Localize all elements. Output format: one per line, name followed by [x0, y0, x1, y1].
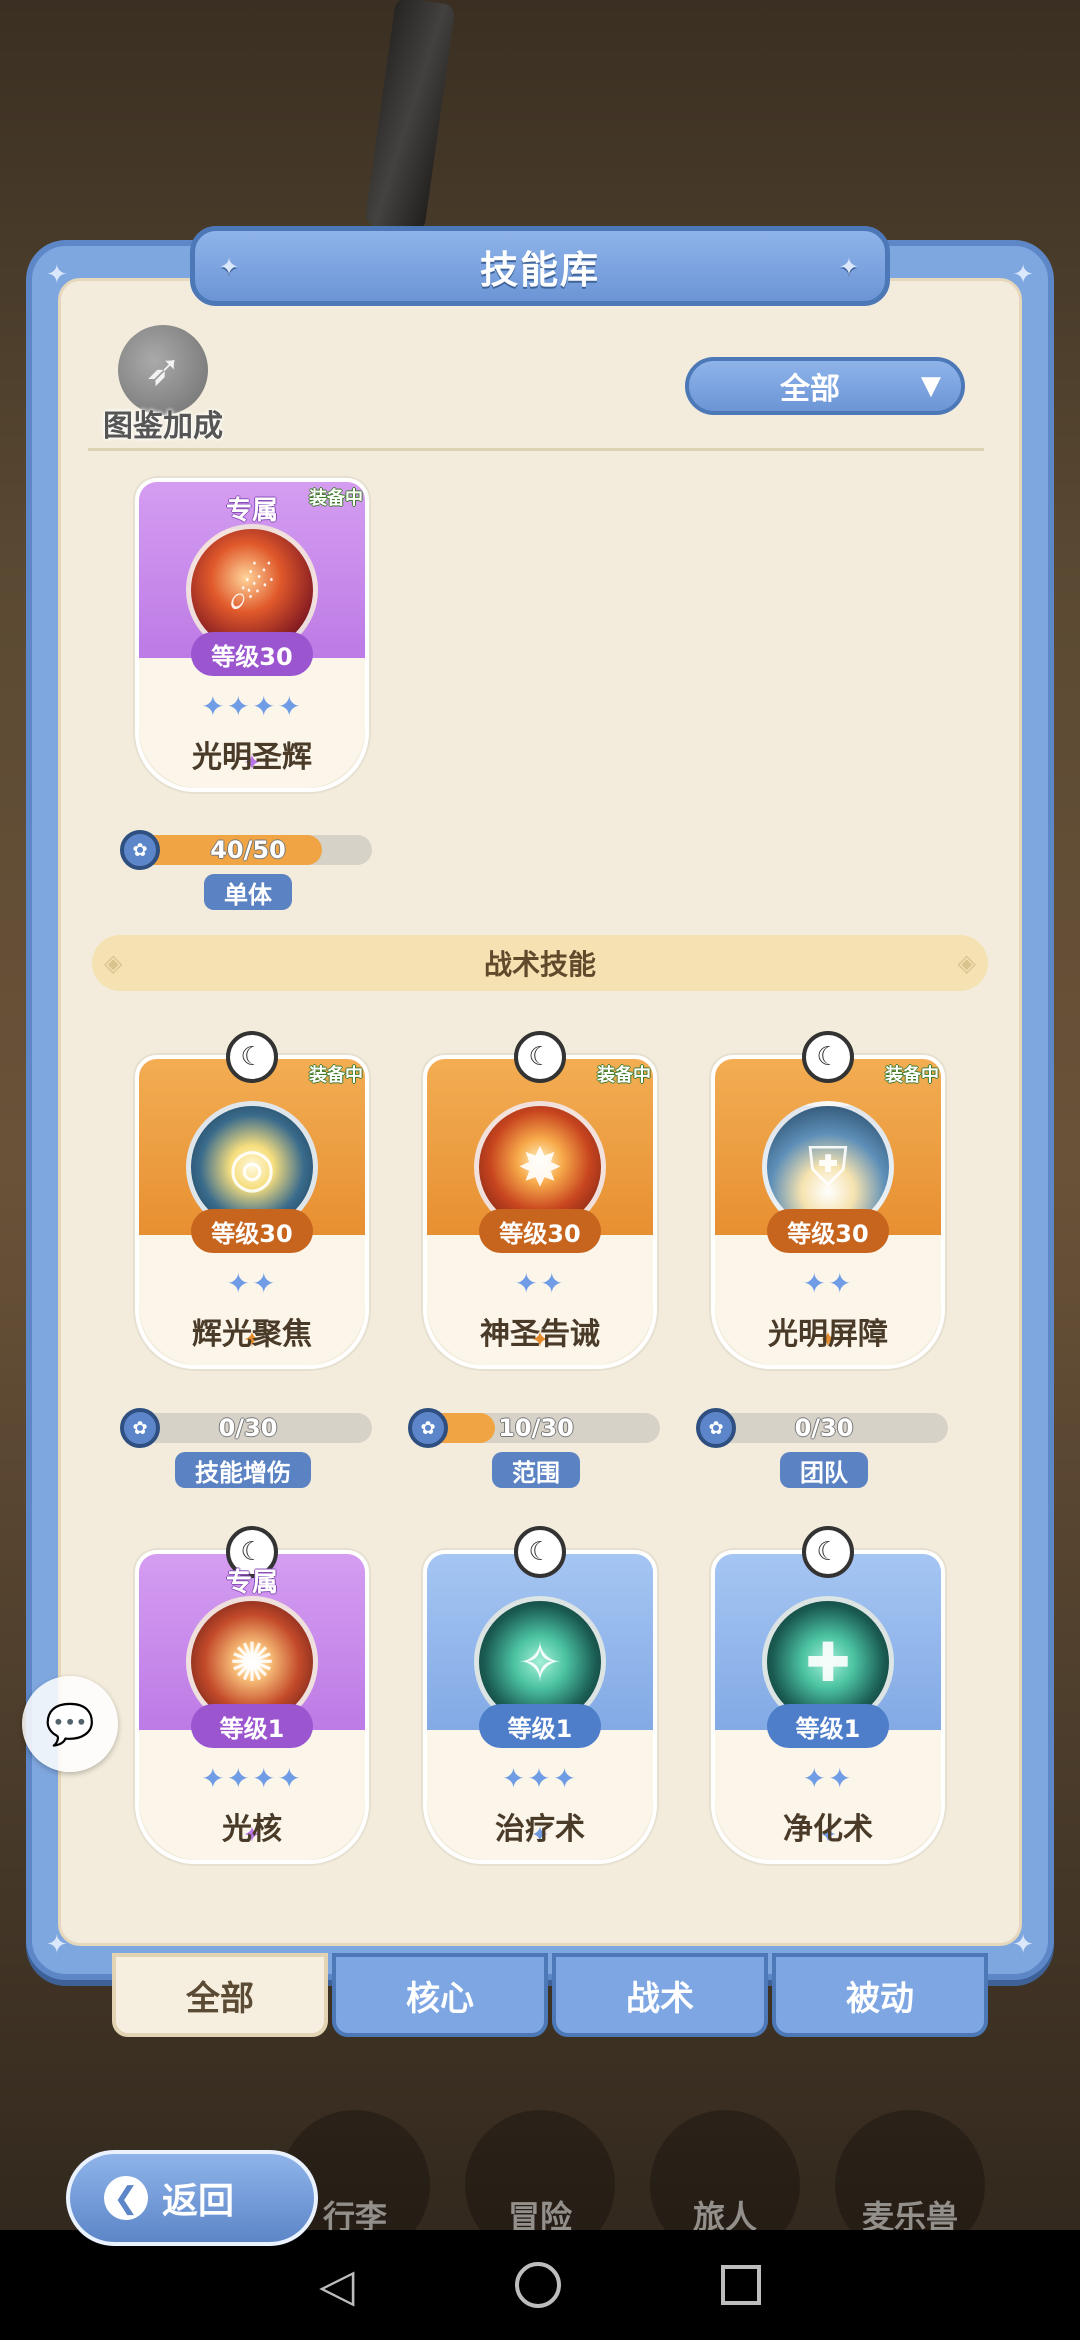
skill-tag: 范围 [492, 1452, 580, 1488]
moon-icon: ☾ [226, 1031, 278, 1083]
gear-icon: ✿ [120, 1408, 160, 1448]
star-rating: ✦✦✦✦ [201, 690, 303, 723]
dex-bonus-button[interactable]: ➶ 图鉴加成 [88, 325, 238, 445]
tab-core[interactable]: 核心 [332, 1953, 548, 2037]
equipped-label: 装备中 [885, 1065, 939, 1086]
skill-tag: 团队 [780, 1452, 868, 1488]
system-nav-bar: ◁ [0, 2230, 1080, 2340]
tab-tactical[interactable]: 战术 [552, 1953, 768, 2037]
gear-icon: ✿ [696, 1408, 736, 1448]
divider [88, 448, 984, 451]
exclusive-label: 专属 [225, 1568, 278, 1598]
progress-text: 0/30 [218, 1414, 278, 1442]
sparkle-icon: ✦ [838, 253, 861, 281]
equipped-label: 装备中 [597, 1065, 651, 1086]
skill-progress-bar: 0/30 [124, 1413, 372, 1443]
chat-icon[interactable]: 💬 [22, 1676, 118, 1772]
diamond-icon: ◈ [957, 949, 976, 977]
star-rating: ✦✦ [802, 1267, 854, 1300]
background-staff [364, 0, 456, 234]
level-pill: 等级30 [767, 1209, 889, 1253]
progress-text: 40/50 [210, 836, 286, 864]
corner-star-icon: ✦ [46, 260, 68, 290]
filter-dropdown[interactable]: 全部 ▼ [685, 357, 965, 415]
page-title: 技能库 [479, 247, 600, 292]
skill-name: 净化术 [783, 1812, 873, 1847]
moon-icon: ☾ [514, 1526, 566, 1578]
dropdown-arrow-icon: ▼ [921, 371, 941, 401]
star-rating: ✦✦✦✦ [201, 1762, 303, 1795]
skill-card[interactable]: ☾ ✦ 专属 ✺ 等级1 ✦✦✦✦ 光核 [135, 1526, 369, 1864]
diamond-icon: ◈ [104, 949, 123, 977]
dex-bonus-label: 图鉴加成 [103, 409, 223, 444]
section-title: 战术技能 [483, 948, 596, 981]
skill-progress-bar: 10/30 [412, 1413, 660, 1443]
star-rating: ✦✦✦ [501, 1762, 579, 1795]
moon-icon: ☾ [802, 1031, 854, 1083]
skill-progress-bar: 40/50 [124, 835, 372, 865]
skill-progress-bar: 0/30 [700, 1413, 948, 1443]
corner-star-icon: ✦ [1012, 1930, 1034, 1960]
skill-tag: 单体 [204, 874, 292, 910]
system-back-icon[interactable]: ◁ [319, 2258, 354, 2312]
skill-card-core[interactable]: ✦ 专属 装备中 ☄ 等级30 ✦✦✦✦ 光明圣辉 [135, 478, 369, 792]
back-button[interactable]: ❮ 返回 [66, 2150, 318, 2246]
level-pill: 等级1 [191, 1704, 313, 1748]
tab-all[interactable]: 全部 [112, 1953, 328, 2037]
card-body: ✦ 专属 装备中 ☄ 等级30 ✦✦✦✦ 光明圣辉 [135, 478, 369, 792]
corner-star-icon: ✦ [46, 1930, 68, 1960]
level-pill: 等级30 [191, 632, 313, 676]
gear-icon: ✿ [408, 1408, 448, 1448]
skill-name: 光明屏障 [768, 1317, 888, 1352]
level-pill: 等级30 [191, 1209, 313, 1253]
level-pill: 等级1 [767, 1704, 889, 1748]
progress-text: 0/30 [794, 1414, 854, 1442]
moon-icon: ☾ [802, 1526, 854, 1578]
skill-name: 治疗术 [495, 1812, 585, 1847]
skill-name: 光核 [222, 1812, 282, 1847]
gear-icon: ✿ [120, 830, 160, 870]
moon-icon: ☾ [514, 1031, 566, 1083]
category-tabs: 全部 核心 战术 被动 [112, 1953, 988, 2039]
corner-star-icon: ✦ [1012, 260, 1034, 290]
section-header-tactical: ◈ 战术技能 ◈ [92, 935, 988, 991]
star-rating: ✦✦ [514, 1267, 566, 1300]
skill-card-tactical[interactable]: ☾ ✦ 装备中 ◎ 等级30 ✦✦ 辉光聚焦 [135, 1031, 369, 1369]
tab-passive[interactable]: 被动 [772, 1953, 988, 2037]
level-pill: 等级1 [479, 1704, 601, 1748]
system-home-icon[interactable] [514, 2262, 561, 2308]
back-label: 返回 [162, 2181, 235, 2222]
skill-card[interactable]: ☾ ✦ ✧ 等级1 ✦✦✦ 治疗术 [423, 1526, 657, 1864]
skill-card[interactable]: ☾ ✦ ✚ 等级1 ✦✦ 净化术 [711, 1526, 945, 1864]
title-plate: ✦ 技能库 ✦ [190, 226, 890, 306]
star-rating: ✦✦ [226, 1267, 278, 1300]
filter-selected: 全部 [780, 372, 840, 407]
skill-name: 神圣告诫 [480, 1317, 600, 1352]
skill-name: 光明圣辉 [192, 740, 312, 775]
skill-tag: 技能增伤 [175, 1452, 311, 1488]
star-rating: ✦✦ [802, 1762, 854, 1795]
system-recents-icon[interactable] [720, 2265, 761, 2305]
skill-card-tactical[interactable]: ☾ ✦ 装备中 ⛨ 等级30 ✦✦ 光明屏障 [711, 1031, 945, 1369]
equipped-label: 装备中 [309, 488, 363, 509]
skill-name: 辉光聚焦 [192, 1317, 312, 1352]
skill-card-tactical[interactable]: ☾ ✦ 装备中 ✸ 等级30 ✦✦ 神圣告诫 [423, 1031, 657, 1369]
equipped-label: 装备中 [309, 1065, 363, 1086]
sparkle-icon: ✦ [219, 253, 242, 281]
level-pill: 等级30 [479, 1209, 601, 1253]
progress-text: 10/30 [498, 1414, 574, 1442]
back-arrow-icon: ❮ [104, 2176, 148, 2220]
